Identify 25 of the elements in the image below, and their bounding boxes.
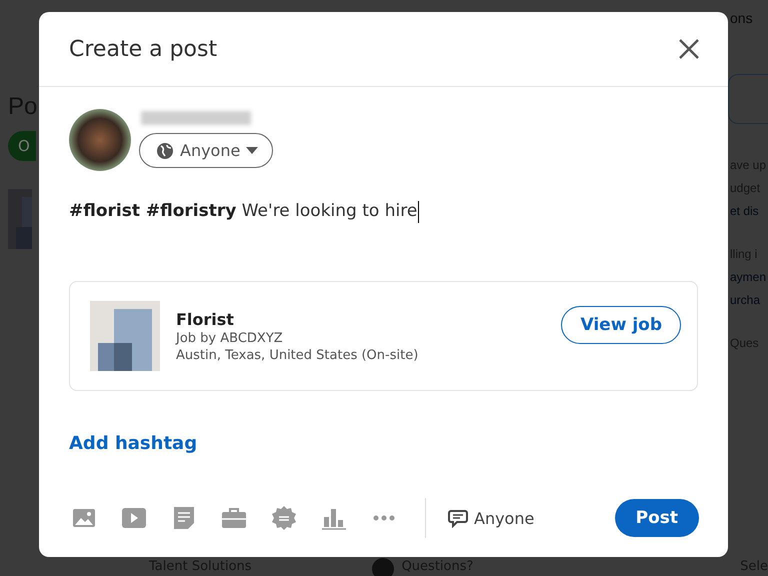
avatar bbox=[69, 109, 131, 171]
visibility-dropdown[interactable]: Anyone bbox=[139, 133, 274, 168]
globe-icon bbox=[156, 142, 174, 160]
comment-setting-button[interactable]: Anyone bbox=[444, 504, 538, 532]
badge-icon[interactable] bbox=[271, 505, 297, 531]
document-icon[interactable] bbox=[171, 505, 197, 531]
speech-bubble-icon bbox=[448, 508, 468, 528]
thumbnail-icon bbox=[8, 189, 32, 249]
status-pill: O bbox=[8, 131, 36, 161]
close-icon[interactable] bbox=[678, 38, 700, 60]
sidebar-link[interactable]: urcha bbox=[730, 289, 760, 312]
job-location: Austin, Texas, United States (On-site) bbox=[176, 348, 420, 362]
job-title: Florist bbox=[176, 310, 235, 328]
post-text-field[interactable]: #florist #floristry We're looking to hire bbox=[69, 201, 420, 281]
briefcase-icon[interactable] bbox=[221, 505, 247, 531]
post-button[interactable]: Post bbox=[614, 499, 699, 537]
video-icon[interactable] bbox=[121, 505, 147, 531]
add-hashtag-link[interactable]: Add hashtag bbox=[69, 433, 198, 454]
caret-icon bbox=[246, 146, 258, 154]
sidebar-link[interactable]: et dis bbox=[730, 200, 759, 223]
view-job-button[interactable]: View job bbox=[561, 306, 681, 344]
job-logo-icon bbox=[90, 301, 160, 371]
job-company: Job by ABCDXYZ bbox=[176, 330, 284, 346]
sidebar-link[interactable]: aymen bbox=[730, 266, 766, 289]
dialog-title: Create a post bbox=[69, 36, 218, 62]
